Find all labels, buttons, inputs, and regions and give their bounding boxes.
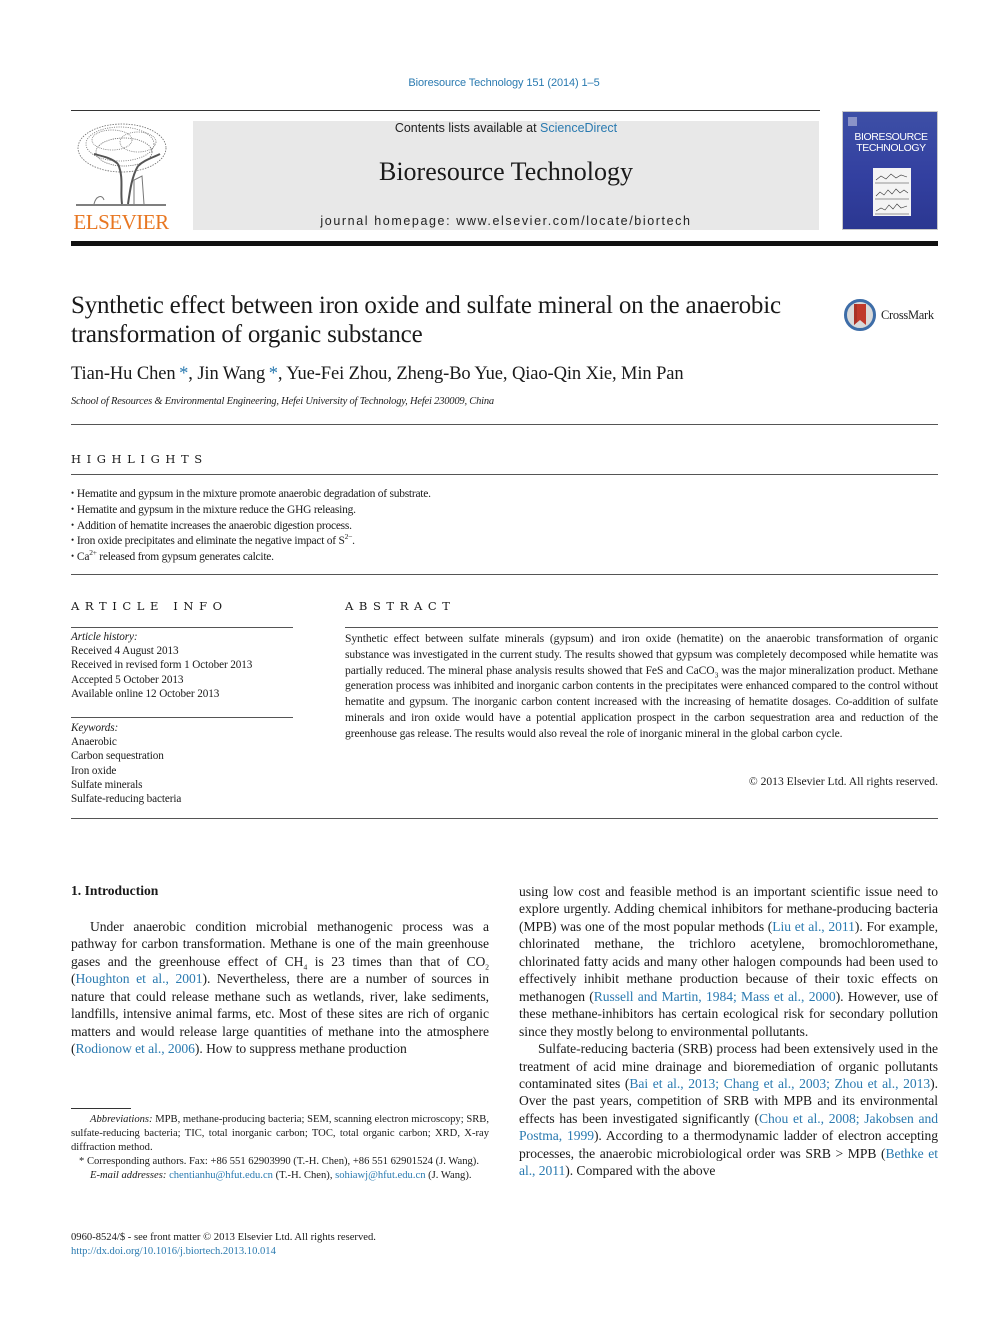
highlight-item: Addition of hematite increases the anaer… (71, 519, 938, 535)
contents-prefix: Contents lists available at (394, 121, 541, 135)
history-entry: Accepted 5 October 2013 (71, 673, 184, 686)
corresponding-author-link[interactable]: * (176, 364, 188, 384)
email-label: E-mail addresses: (90, 1170, 167, 1181)
cover-plot-icon (875, 173, 909, 215)
citation-link[interactable]: Liu et al., 2011 (772, 919, 855, 934)
journal-reference-link[interactable]: Bioresource Technology 151 (2014) 1–5 (0, 77, 992, 89)
author-name[interactable]: Zheng-Bo Yue (396, 364, 503, 384)
divider (71, 424, 938, 425)
history-entry: Received in revised form 1 October 2013 (71, 659, 253, 672)
paragraph: Sulfate-reducing bacteria (SRB) process … (519, 1040, 938, 1180)
divider (71, 818, 938, 819)
elsevier-tree-icon (76, 123, 167, 206)
history-entry: Received 4 August 2013 (71, 645, 179, 658)
contents-line: Contents lists available at ScienceDirec… (193, 121, 819, 135)
journal-title: Bioresource Technology (378, 157, 634, 186)
citation-link[interactable]: Houghton et al., 2001 (75, 971, 202, 986)
issn-line: 0960-8524/$ - see front matter © 2013 El… (71, 1232, 376, 1243)
paragraph: Under anaerobic condition microbial meth… (71, 918, 489, 1058)
footnote-rule (71, 1108, 131, 1109)
text: (T.-H. Chen), (272, 1170, 336, 1181)
highlights-heading: HIGHLIGHTS (71, 452, 208, 466)
divider (71, 717, 293, 718)
email-link[interactable]: chentianhu@hfut.edu.cn (169, 1170, 273, 1181)
highlight-item: Ca2+ released from gypsum generates calc… (71, 548, 938, 566)
journal-cover-image[interactable]: BIORESOURCE TECHNOLOGY (842, 111, 938, 230)
abbreviations-footnote: Abbreviations: MPB, methane-producing ba… (71, 1113, 489, 1155)
abbreviations-label: Abbreviations: (90, 1114, 153, 1125)
keyword: Sulfate minerals (71, 778, 143, 791)
history-entry: Available online 12 October 2013 (71, 687, 220, 700)
abstract-copyright: © 2013 Elsevier Ltd. All rights reserved… (748, 775, 938, 788)
text: Corresponding authors. Fax: +86 551 6290… (84, 1156, 479, 1167)
body-column-left: Under anaerobic condition microbial meth… (71, 918, 489, 1058)
highlight-item: Hematite and gypsum in the mixture promo… (71, 487, 938, 503)
crossmark-label: CrossMark (881, 308, 934, 322)
divider (71, 627, 293, 628)
crossmark-button[interactable]: CrossMark (843, 298, 943, 334)
cover-publisher-mark (848, 117, 857, 126)
affiliation: School of Resources & Environmental Engi… (71, 396, 494, 407)
divider (71, 574, 938, 575)
divider (71, 474, 938, 475)
author-name[interactable]: Yue-Fei Zhou (286, 364, 387, 384)
author-list: Tian-Hu Chen *, Jin Wang *, Yue-Fei Zhou… (71, 364, 684, 384)
bottom-meta: 0960-8524/$ - see front matter © 2013 El… (71, 1231, 501, 1259)
elsevier-wordmark: ELSEVIER (73, 210, 169, 234)
footnotes: Abbreviations: MPB, methane-producing ba… (71, 1113, 489, 1183)
header-thick-rule (71, 241, 938, 246)
cover-title: BIORESOURCE TECHNOLOGY (843, 132, 939, 154)
journal-homepage-link[interactable]: journal homepage: www.elsevier.com/locat… (193, 214, 819, 228)
keyword: Carbon sequestration (71, 750, 164, 763)
article-info-heading: ARTICLE INFO (71, 599, 228, 613)
sciencedirect-link[interactable]: ScienceDirect (540, 121, 617, 135)
corresponding-author-link[interactable]: * (265, 364, 278, 384)
highlights-list: Hematite and gypsum in the mixture promo… (71, 487, 938, 566)
superscript: 2− (344, 532, 353, 542)
abstract-text: Synthetic effect between sulfate mineral… (345, 631, 938, 742)
section-heading-introduction: 1. Introduction (71, 883, 159, 898)
text: (J. Wang). (425, 1170, 472, 1181)
author-name[interactable]: Qiao-Qin Xie (512, 364, 612, 384)
citation-link[interactable]: Russell and Martin, 1984; Mass et al., 2… (594, 989, 836, 1004)
article-history-label: Article history: (71, 631, 138, 643)
author-name[interactable]: Jin Wang (197, 364, 265, 384)
article-history: Article history: Received 4 August 2013 R… (71, 630, 293, 701)
citation-link[interactable]: Bai et al., 2013; Chang et al., 2003; Zh… (629, 1076, 930, 1091)
cover-plot-thumbnail (873, 168, 911, 216)
email-footnote: E-mail addresses: chentianhu@hfut.edu.cn… (71, 1169, 489, 1183)
text: ). How to suppress methane production (194, 1041, 407, 1057)
highlight-item: Hematite and gypsum in the mixture reduc… (71, 503, 938, 519)
keyword: Iron oxide (71, 764, 117, 777)
text: ). Compared with the above (565, 1163, 716, 1179)
crossmark-icon (844, 299, 876, 331)
email-link[interactable]: sohiawj@hfut.edu.cn (335, 1170, 425, 1181)
header-rule (71, 110, 820, 111)
paragraph: using low cost and feasible method is an… (519, 883, 938, 1040)
body-column-right: using low cost and feasible method is an… (519, 883, 938, 1180)
author-name[interactable]: Tian-Hu Chen (71, 364, 176, 384)
author-name[interactable]: Min Pan (621, 364, 684, 384)
cover-title-line2: TECHNOLOGY (856, 142, 926, 154)
citation-link[interactable]: Rodionow et al., 2006 (75, 1041, 194, 1056)
superscript: 2+ (89, 548, 97, 558)
article-title: Synthetic effect between iron oxide and … (71, 292, 781, 348)
highlight-item: Iron oxide precipitates and eliminate th… (71, 532, 938, 550)
keywords-label: Keywords: (71, 722, 119, 734)
divider (345, 627, 938, 628)
keyword: Sulfate-reducing bacteria (71, 793, 182, 806)
text: is 23 times than that of CO (307, 953, 486, 969)
doi-link[interactable]: http://dx.doi.org/10.1016/j.biortech.201… (71, 1246, 276, 1257)
elsevier-logo[interactable]: ELSEVIER (70, 120, 172, 234)
keyword: Anaerobic (71, 736, 117, 749)
keywords: Keywords: Anaerobic Carbon sequestration I… (71, 721, 293, 806)
corresponding-footnote: * Corresponding authors. Fax: +86 551 62… (71, 1155, 489, 1169)
journal-banner: Contents lists available at ScienceDirec… (193, 121, 819, 230)
abstract-heading: ABSTRACT (345, 599, 456, 613)
